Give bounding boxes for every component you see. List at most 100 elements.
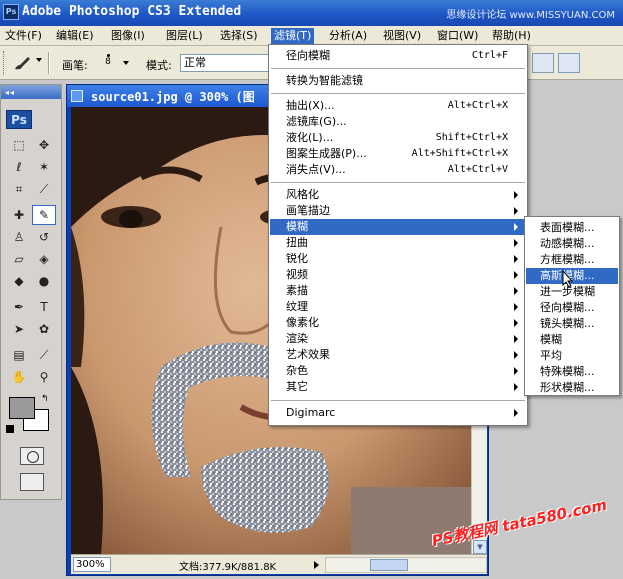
eraser-tool-icon[interactable]: ▱ [7,249,31,269]
quick-mask-button[interactable] [20,447,44,465]
menu-item-label: 杂色 [286,364,308,377]
menu-separator [271,182,525,183]
menu-window[interactable]: 窗口(W) [434,28,481,44]
filter-texture[interactable]: 纹理 [270,299,526,315]
filter-render[interactable]: 渲染 [270,331,526,347]
photoshop-logo[interactable]: Ps [6,110,32,129]
filter-noise[interactable]: 杂色 [270,363,526,379]
magic-wand-tool-icon[interactable]: ✶ [32,157,56,177]
menu-filter[interactable]: 滤镜(T) [271,28,315,44]
menu-item-shortcut: Ctrl+F [471,50,508,61]
blur-shape[interactable]: 形状模糊... [526,380,618,396]
lasso-tool-icon[interactable]: ℓ [7,157,31,177]
blur-motion[interactable]: 动感模糊... [526,236,618,252]
document-title: source01.jpg @ 300% (图 [91,90,255,104]
menu-item-label: 模糊 [286,220,308,233]
filter-other[interactable]: 其它 [270,379,526,395]
screen-mode-button[interactable] [20,473,44,491]
blur-smart[interactable]: 特殊模糊... [526,364,618,380]
toolbox: ◂◂ Ps ⬚ ✥ ℓ ✶ ⌗ ⟋ ✚ ✎ ♙ ↺ ▱ ◈ ◆ ● ✒ T ➤ … [0,84,62,500]
menu-item-label: 消失点(V)... [286,163,346,176]
pen-tool-icon[interactable]: ✒ [7,297,31,317]
menu-help[interactable]: 帮助(H) [489,28,534,44]
paint-bucket-tool-icon[interactable]: ◈ [32,249,56,269]
filter-brush-strokes[interactable]: 画笔描边 [270,203,526,219]
menu-item-label: 扭曲 [286,236,308,249]
filter-blur[interactable]: 模糊 [270,219,526,235]
menu-file[interactable]: 文件(F) [2,28,45,44]
blur-lens[interactable]: 镜头模糊... [526,316,618,332]
brush-size-preview[interactable]: 8 [100,52,116,76]
menu-view[interactable]: 视图(V) [380,28,424,44]
marquee-tool-icon[interactable]: ⬚ [7,135,31,155]
brush-tool-icon-selected[interactable]: ✎ [32,205,56,225]
filter-stylize[interactable]: 风格化 [270,187,526,203]
document-info[interactable]: 文档:377.9K/881.8K [179,558,276,573]
options-grip[interactable] [3,51,6,75]
notes-tool-icon[interactable]: ▤ [7,345,31,365]
zoom-tool-icon[interactable]: ⚲ [32,367,56,387]
eyedropper-tool-icon[interactable]: ⟋ [32,345,56,365]
slice-tool-icon[interactable]: ⟋ [32,179,56,199]
filter-pixelate[interactable]: 像素化 [270,315,526,331]
path-selection-tool-icon[interactable]: ➤ [7,319,31,339]
blur-box[interactable]: 方框模糊... [526,252,618,268]
filter-distort[interactable]: 扭曲 [270,235,526,251]
healing-brush-tool-icon[interactable]: ✚ [7,205,31,225]
brush-picker-dropdown[interactable] [123,61,129,65]
swap-colors-icon[interactable]: ↰ [41,394,49,404]
type-tool-icon[interactable]: T [32,297,56,317]
submenu-arrow-icon [514,239,518,247]
filter-convert-smart[interactable]: 转换为智能滤镜 [270,73,526,89]
palette-well-button[interactable] [532,53,554,73]
menu-item-label: 视频 [286,268,308,281]
menu-item-label: 像素化 [286,316,319,329]
blur-plain[interactable]: 模糊 [526,332,618,348]
menu-item-label: 图案生成器(P)... [286,147,367,160]
menu-edit[interactable]: 编辑(E) [53,28,97,44]
menu-item-label: 画笔描边 [286,204,330,217]
move-tool-icon[interactable]: ✥ [32,135,56,155]
menu-image[interactable]: 图像(I) [108,28,148,44]
filter-sketch[interactable]: 素描 [270,283,526,299]
filter-pattern-maker[interactable]: 图案生成器(P)... Alt+Shift+Ctrl+X [270,146,526,162]
airbrush-toggle[interactable] [558,53,580,73]
menu-analysis[interactable]: 分析(A) [326,28,370,44]
filter-digimarc[interactable]: Digimarc [270,405,526,421]
filter-video[interactable]: 视频 [270,267,526,283]
blur-radial[interactable]: 径向模糊... [526,300,618,316]
mode-select[interactable]: 正常 [180,54,270,72]
default-colors-icon[interactable] [6,425,14,433]
menu-select[interactable]: 选择(S) [217,28,261,44]
menu-layer[interactable]: 图层(L) [163,28,206,44]
brush-tool-icon[interactable] [12,55,32,71]
menu-item-label: Digimarc [286,406,336,419]
blur-surface[interactable]: 表面模糊... [526,220,618,236]
foreground-color-swatch[interactable] [9,397,35,419]
dodge-tool-icon[interactable]: ● [32,271,56,291]
history-brush-tool-icon[interactable]: ↺ [32,227,56,247]
horizontal-scrollbar[interactable] [325,557,487,573]
filter-sharpen[interactable]: 锐化 [270,251,526,267]
blur-average[interactable]: 平均 [526,348,618,364]
status-menu-arrow-icon[interactable] [314,561,319,569]
filter-artistic[interactable]: 艺术效果 [270,347,526,363]
filter-extract[interactable]: 抽出(X)... Alt+Ctrl+X [270,98,526,114]
blur-tool-icon[interactable]: ◆ [7,271,31,291]
clone-stamp-tool-icon[interactable]: ♙ [7,227,31,247]
crop-tool-icon[interactable]: ⌗ [7,179,31,199]
filter-gallery[interactable]: 滤镜库(G)... [270,114,526,130]
collapse-icon: ◂◂ [5,88,16,97]
menu-item-shortcut: Alt+Ctrl+X [447,100,508,111]
menu-item-label: 素描 [286,284,308,297]
tool-preset-dropdown[interactable] [36,58,42,62]
shape-tool-icon[interactable]: ✿ [32,319,56,339]
filter-vanishing-point[interactable]: 消失点(V)... Alt+Ctrl+V [270,162,526,178]
filter-last-radial-blur[interactable]: 径向模糊 Ctrl+F [270,48,526,64]
horizontal-scroll-thumb[interactable] [370,559,408,571]
toolbox-header[interactable]: ◂◂ [1,85,61,99]
menu-item-label: 其它 [286,380,308,393]
filter-liquify[interactable]: 液化(L)... Shift+Ctrl+X [270,130,526,146]
hand-tool-icon[interactable]: ✋ [7,367,31,387]
zoom-field[interactable]: 300% [73,557,111,572]
